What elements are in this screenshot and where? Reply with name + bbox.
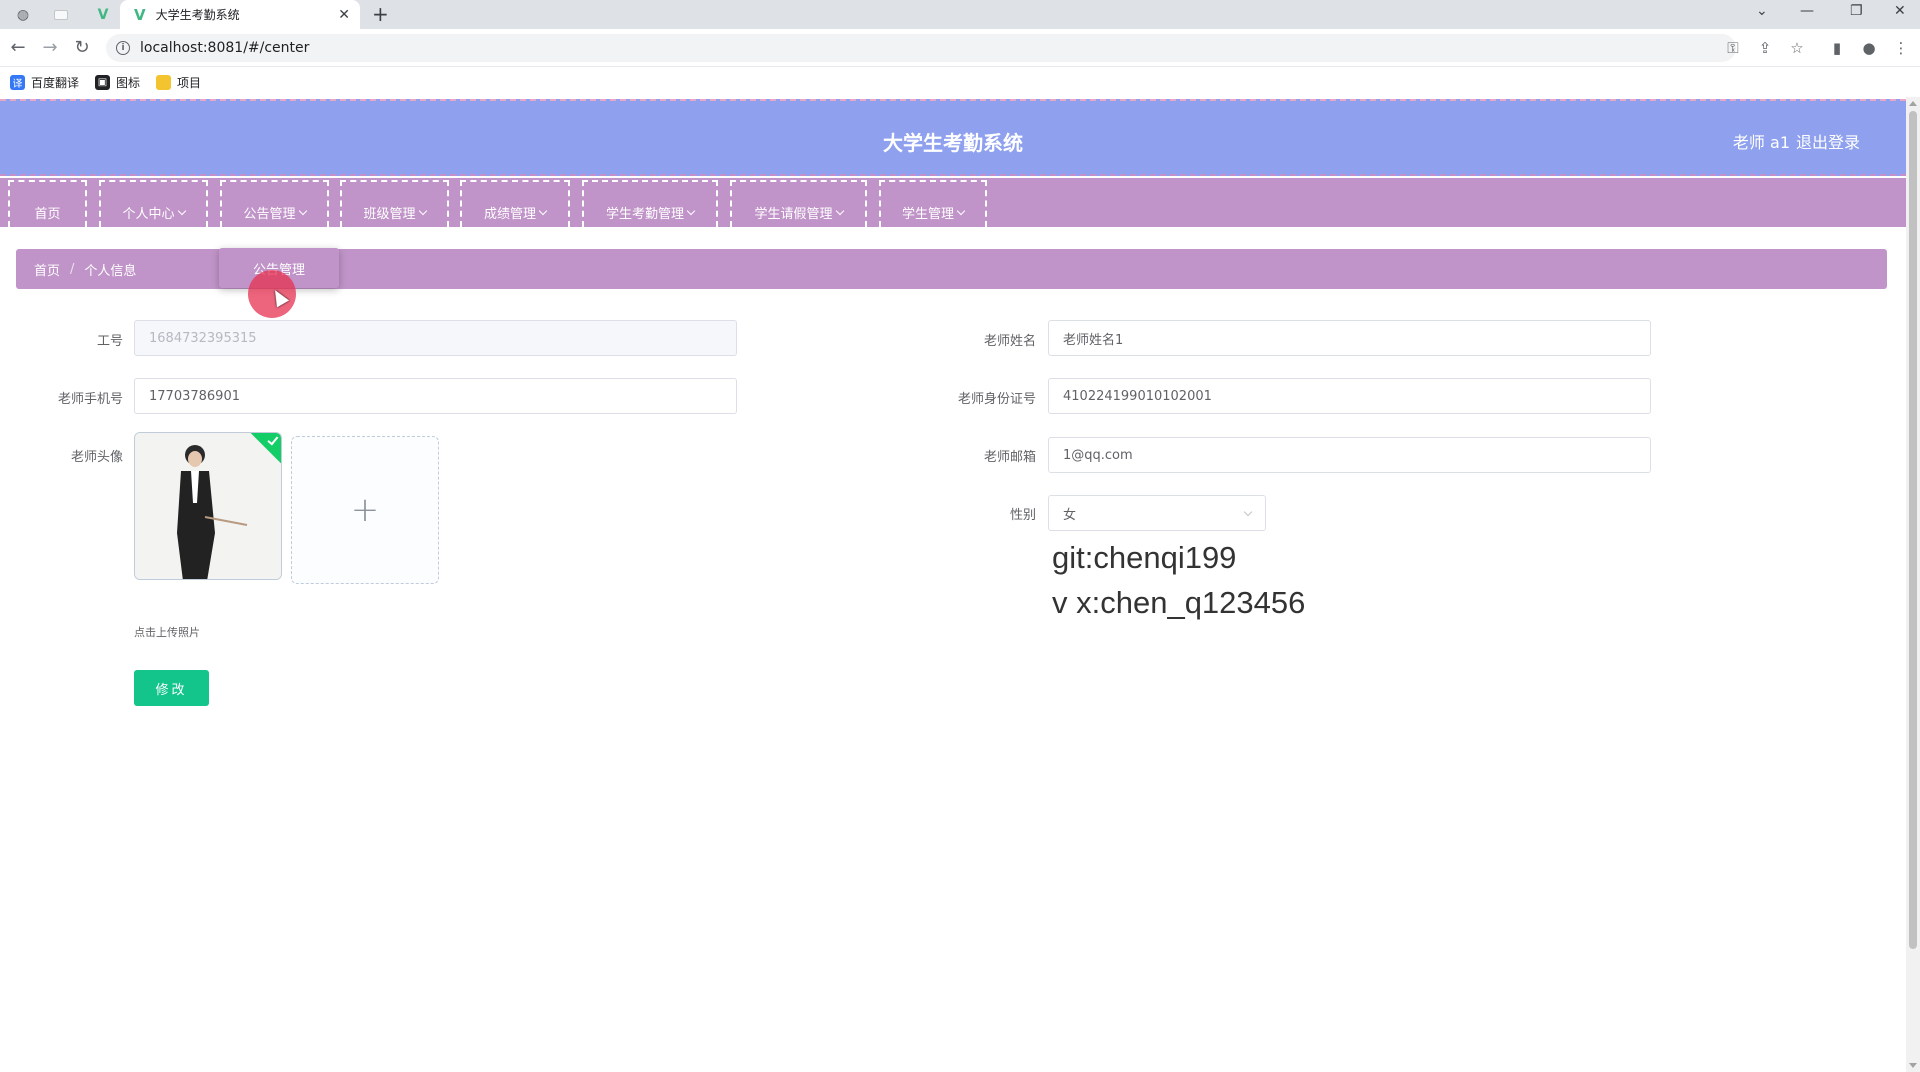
back-arrow-icon[interactable]: ← bbox=[6, 35, 30, 59]
bookmark-label: 图标 bbox=[116, 75, 141, 90]
site-header: 大学生考勤系统 老师 a1 退出登录 bbox=[0, 99, 1906, 176]
nav-label: 学生请假管理 bbox=[754, 207, 833, 222]
current-user: 老师 a1 bbox=[1732, 133, 1790, 152]
window-close-icon[interactable]: ✕ bbox=[1894, 3, 1906, 19]
overlay-git-text: git:chenqi199 bbox=[1052, 540, 1237, 575]
email-label: 老师邮箱 bbox=[983, 450, 1036, 465]
avatar-label: 老师头像 bbox=[70, 450, 123, 465]
nav-item-notice[interactable]: 公告管理 bbox=[220, 180, 329, 227]
bookmark-item[interactable]: 译 百度翻译 bbox=[10, 74, 79, 91]
nav-label: 个人中心 bbox=[122, 207, 175, 222]
job-no-label: 工号 bbox=[96, 334, 123, 349]
share-icon[interactable]: ⇪ bbox=[1754, 37, 1776, 59]
bookmark-label: 项目 bbox=[177, 75, 202, 90]
breadcrumb-separator: / bbox=[70, 261, 75, 277]
id-card-label: 老师身份证号 bbox=[957, 392, 1036, 407]
nav-label: 班级管理 bbox=[363, 207, 416, 222]
page-content: 大学生考勤系统 老师 a1 退出登录 首页 个人中心 公告管理 班级管理 成绩管… bbox=[0, 97, 1906, 1072]
id-card-field[interactable]: 410224199010102001 bbox=[1048, 378, 1651, 414]
tab-blank[interactable] bbox=[46, 4, 76, 26]
chevron-down-icon bbox=[835, 206, 844, 215]
url-text: localhost:8081/#/center bbox=[140, 40, 310, 56]
nav-item-students[interactable]: 学生管理 bbox=[879, 180, 987, 227]
nav-label: 成绩管理 bbox=[483, 207, 536, 222]
overlay-wechat-text: v x:chen_q123456 bbox=[1052, 585, 1306, 620]
chevron-down-icon bbox=[538, 206, 548, 215]
bookmark-item[interactable]: ▣ 图标 bbox=[95, 74, 140, 91]
nav-label: 学生考勤管理 bbox=[605, 207, 684, 222]
breadcrumb-home[interactable]: 首页 bbox=[34, 260, 60, 279]
check-icon bbox=[267, 433, 279, 446]
scroll-down-arrow-icon[interactable] bbox=[1909, 1063, 1917, 1068]
new-tab-plus-icon[interactable]: + bbox=[372, 2, 389, 26]
nav-item-personal-center[interactable]: 个人中心 bbox=[99, 180, 208, 227]
bookmark-item[interactable]: 项目 bbox=[156, 74, 201, 91]
tab-title: 大学生考勤系统 bbox=[155, 8, 240, 22]
blank-page-icon bbox=[54, 10, 68, 20]
bookmark-star-icon[interactable]: ☆ bbox=[1786, 37, 1808, 59]
bookmarks-bar: 译 百度翻译 ▣ 图标 项目 bbox=[0, 67, 1920, 97]
chevron-down-icon bbox=[686, 206, 696, 215]
scroll-up-arrow-icon[interactable] bbox=[1909, 101, 1917, 106]
page-scrollbar[interactable] bbox=[1906, 97, 1920, 1072]
minimize-icon[interactable]: — bbox=[1800, 3, 1814, 19]
profile-avatar-icon[interactable]: ● bbox=[1858, 37, 1880, 59]
name-field[interactable]: 老师姓名1 bbox=[1048, 320, 1651, 356]
nav-label: 首页 bbox=[34, 207, 61, 222]
nav-item-attendance[interactable]: 学生考勤管理 bbox=[582, 180, 718, 227]
info-icon[interactable]: i bbox=[116, 41, 130, 55]
vue-logo-icon[interactable]: V bbox=[88, 4, 118, 26]
nav-item-grades[interactable]: 成绩管理 bbox=[460, 180, 570, 227]
close-icon[interactable]: ✕ bbox=[338, 7, 350, 23]
chevron-down-icon bbox=[956, 206, 966, 215]
logout-link[interactable]: 退出登录 bbox=[1796, 129, 1860, 153]
key-icon[interactable]: ⚿ bbox=[1722, 37, 1744, 59]
gender-label: 性别 bbox=[1009, 508, 1036, 523]
main-nav: 首页 个人中心 公告管理 班级管理 成绩管理 学生考勤管理 学生请假管理 学生管… bbox=[0, 178, 1906, 227]
reload-icon[interactable]: ↻ bbox=[70, 35, 94, 59]
phone-label: 老师手机号 bbox=[57, 392, 123, 407]
nav-item-class[interactable]: 班级管理 bbox=[340, 180, 449, 227]
job-no-field: 1684732395315 bbox=[134, 320, 737, 356]
kebab-menu-icon[interactable]: ⋮ bbox=[1890, 37, 1912, 59]
browser-toolbar: ← → ↻ i localhost:8081/#/center ⚿ ⇪ ☆ ▮ … bbox=[0, 29, 1920, 67]
nav-item-leave[interactable]: 学生请假管理 bbox=[730, 180, 867, 227]
nav-item-home[interactable]: 首页 bbox=[8, 180, 87, 227]
translate-icon: 译 bbox=[10, 74, 25, 90]
browser-tab-strip: ◍ V V 大学生考勤系统 ✕ + ⌄ — ❐ ✕ bbox=[0, 0, 1920, 29]
gender-selected-value: 女 bbox=[1063, 507, 1077, 523]
folder-icon bbox=[156, 74, 172, 90]
image-icon: ▣ bbox=[95, 74, 111, 90]
restore-icon[interactable]: ❐ bbox=[1850, 3, 1863, 19]
chevron-down-icon bbox=[1243, 507, 1253, 517]
forward-arrow-icon[interactable]: → bbox=[38, 35, 62, 59]
teacher-photo bbox=[135, 433, 281, 579]
breadcrumb-current: 个人信息 bbox=[84, 263, 137, 279]
vue-logo-icon: V bbox=[134, 5, 146, 24]
side-panel-icon[interactable]: ▮ bbox=[1826, 37, 1848, 59]
phone-field[interactable]: 17703786901 bbox=[134, 378, 737, 414]
chevron-down-icon bbox=[298, 206, 307, 215]
nav-label: 学生管理 bbox=[901, 207, 954, 222]
active-tab[interactable]: V 大学生考勤系统 ✕ bbox=[120, 0, 360, 29]
name-label: 老师姓名 bbox=[983, 334, 1036, 349]
chevron-down-icon bbox=[418, 206, 427, 215]
globe-icon[interactable]: ◍ bbox=[8, 4, 38, 26]
avatar-thumbnail[interactable] bbox=[134, 432, 282, 580]
address-bar[interactable]: i localhost:8081/#/center bbox=[106, 34, 1736, 62]
nav-label: 公告管理 bbox=[243, 207, 296, 222]
upload-plus-button[interactable]: + bbox=[291, 436, 439, 584]
upload-hint: 点击上传照片 bbox=[134, 626, 200, 639]
gender-select[interactable]: 女 bbox=[1048, 495, 1266, 531]
bookmark-label: 百度翻译 bbox=[31, 75, 80, 90]
edit-submit-button[interactable]: 修改 bbox=[134, 670, 209, 706]
plus-icon: + bbox=[350, 490, 380, 530]
tab-search-chevron-icon[interactable]: ⌄ bbox=[1756, 3, 1768, 19]
site-title: 大学生考勤系统 bbox=[883, 131, 1023, 155]
scrollbar-thumb[interactable] bbox=[1909, 111, 1917, 949]
chevron-down-icon bbox=[177, 206, 186, 215]
email-field[interactable]: 1@qq.com bbox=[1048, 437, 1651, 473]
